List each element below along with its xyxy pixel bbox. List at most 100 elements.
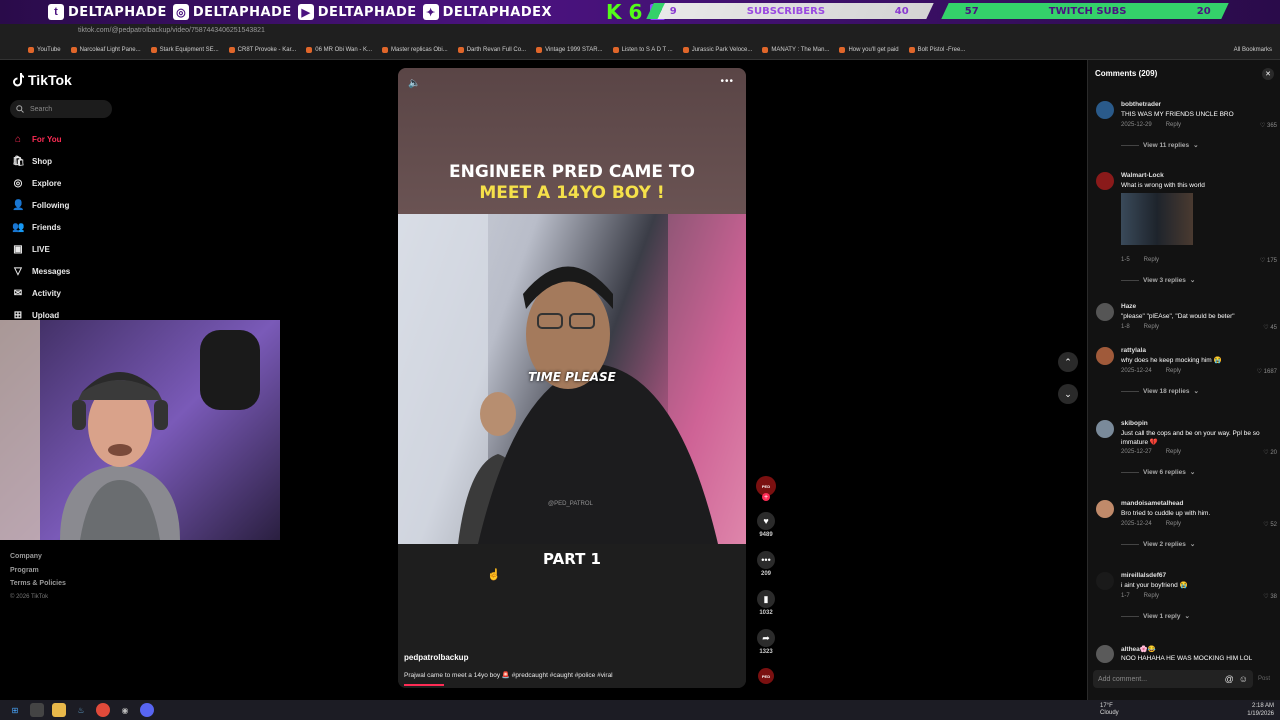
search-input[interactable]: Search bbox=[10, 100, 112, 118]
view-replies-button[interactable]: View 6 replies ⌄ bbox=[1121, 468, 1195, 476]
discord-icon[interactable] bbox=[140, 703, 154, 717]
sound-disc[interactable]: PED bbox=[752, 668, 780, 684]
file-explorer-icon[interactable] bbox=[52, 703, 66, 717]
footer-program-link[interactable]: Program bbox=[10, 564, 66, 578]
avatar[interactable] bbox=[1096, 303, 1114, 321]
avatar[interactable] bbox=[1096, 500, 1114, 518]
all-bookmarks-button[interactable]: All Bookmarks bbox=[1234, 47, 1272, 53]
emoji-icon[interactable]: ☺ bbox=[1239, 674, 1248, 684]
reply-button[interactable]: Reply bbox=[1166, 122, 1181, 128]
comment-username[interactable]: Walmart-Lock bbox=[1121, 172, 1164, 179]
comment-username[interactable]: mireillalsdef67 bbox=[1121, 572, 1166, 579]
sidebar-item-activity[interactable]: ✉ Activity bbox=[12, 282, 70, 304]
bookmark-item[interactable]: 06 MR Obi Wan - K... bbox=[306, 46, 372, 53]
bookmark-item[interactable]: Listen to S A D T ... bbox=[612, 46, 673, 53]
like-button[interactable]: ♥ 9489 bbox=[752, 512, 780, 551]
comment-like-button[interactable]: ♡ 52 bbox=[1263, 521, 1277, 528]
mention-icon[interactable]: @ bbox=[1225, 674, 1234, 684]
avatar[interactable] bbox=[1096, 572, 1114, 590]
comment-username[interactable]: rattylala bbox=[1121, 347, 1146, 354]
comment-username[interactable]: mandoisametalhead bbox=[1121, 500, 1184, 507]
share-button[interactable]: ➦ 1323 bbox=[752, 629, 780, 668]
view-replies-button[interactable]: View 3 replies ⌄ bbox=[1121, 276, 1195, 284]
comment-like-button[interactable]: ♡ 1687 bbox=[1257, 368, 1277, 375]
avatar[interactable] bbox=[1096, 101, 1114, 119]
bookmark-item[interactable]: Jurassic Park Veloce... bbox=[682, 46, 752, 53]
twitter-handle: ✦ DELTAPHADEX bbox=[422, 4, 552, 20]
video-action-bar: PED + ♥ 9489 ••• 209 ▮ 1032 ➦ 1323 PED bbox=[752, 476, 780, 684]
reply-button[interactable]: Reply bbox=[1144, 593, 1159, 599]
bookmark-item[interactable]: Darth Revan Full Co... bbox=[457, 46, 526, 53]
comment-username[interactable]: bobthetrader bbox=[1121, 101, 1161, 108]
comment-text: Just call the cops and be on your way. P… bbox=[1121, 430, 1260, 446]
reply-button[interactable]: Reply bbox=[1166, 368, 1181, 374]
sidebar-item-shop[interactable]: 🛍 Shop bbox=[12, 150, 70, 172]
bookmark-item[interactable]: How you'll get paid bbox=[839, 46, 899, 53]
save-button[interactable]: ▮ 1032 bbox=[752, 590, 780, 629]
comment-button[interactable]: ••• 209 bbox=[752, 551, 780, 590]
comment-like-button[interactable]: ♡ 365 bbox=[1260, 122, 1277, 129]
bookmark-item[interactable]: Vintage 1999 STAR... bbox=[536, 46, 603, 53]
mute-icon[interactable]: 🔈 bbox=[408, 78, 420, 89]
sidebar-item-explore[interactable]: ◎ Explore bbox=[12, 172, 70, 194]
bookmark-item[interactable]: MANATY : The Man... bbox=[762, 46, 829, 53]
creator-avatar-button[interactable]: PED + bbox=[752, 476, 780, 512]
comment-image[interactable] bbox=[1121, 193, 1193, 245]
previous-video-button[interactable]: ⌃ bbox=[1058, 352, 1078, 372]
url-text[interactable]: tiktok.com/@pedpatrolbackup/video/758744… bbox=[78, 27, 265, 34]
sidebar-item-for-you[interactable]: ⌂ For You bbox=[12, 128, 70, 150]
reply-button[interactable]: Reply bbox=[1166, 521, 1181, 527]
reply-button[interactable]: Reply bbox=[1166, 449, 1181, 455]
follow-plus-icon[interactable]: + bbox=[762, 493, 770, 501]
comment-like-button[interactable]: ♡ 175 bbox=[1260, 257, 1277, 264]
comment-like-button[interactable]: ♡ 45 bbox=[1263, 324, 1277, 331]
avatar[interactable] bbox=[1096, 645, 1114, 663]
avatar[interactable] bbox=[1096, 347, 1114, 365]
bookmark-item[interactable]: Narcoleaf Light Pane... bbox=[70, 46, 141, 53]
view-replies-button[interactable]: View 18 replies ⌄ bbox=[1121, 387, 1199, 395]
bookmark-item[interactable]: CR8T Provoke - Kar... bbox=[228, 46, 296, 53]
comment-like-button[interactable]: ♡ 20 bbox=[1263, 449, 1277, 456]
comment-username[interactable]: althea🌸😂 bbox=[1121, 645, 1156, 653]
view-replies-button[interactable]: View 1 reply ⌄ bbox=[1121, 612, 1190, 620]
bookmark-item[interactable]: YouTube bbox=[28, 46, 61, 53]
video-progress-bar[interactable] bbox=[404, 684, 445, 686]
comment-username[interactable]: skibopin bbox=[1121, 420, 1148, 427]
avatar[interactable] bbox=[1096, 172, 1114, 190]
bookmark-favicon-icon bbox=[228, 46, 235, 53]
bookmark-item[interactable]: Master replicas Obi... bbox=[382, 46, 448, 53]
tiktok-logo[interactable]: TikTok bbox=[12, 72, 72, 88]
sidebar-item-messages[interactable]: ▽ Messages bbox=[12, 260, 70, 282]
sidebar-item-live[interactable]: ▣ LIVE bbox=[12, 238, 70, 260]
reply-button[interactable]: Reply bbox=[1144, 257, 1159, 263]
view-replies-button[interactable]: View 11 replies ⌄ bbox=[1121, 141, 1199, 149]
steam-icon[interactable]: ♨ bbox=[74, 703, 88, 717]
chrome-icon[interactable] bbox=[96, 703, 110, 717]
streamer-figure bbox=[60, 372, 180, 540]
footer-company-link[interactable]: Company bbox=[10, 550, 66, 564]
add-comment-input[interactable]: Add comment... @ ☺ bbox=[1093, 670, 1253, 688]
avatar[interactable] bbox=[1096, 420, 1114, 438]
bookmark-item[interactable]: Bolt Pistol -Free... bbox=[908, 46, 965, 53]
comment-username[interactable]: Haze bbox=[1121, 303, 1136, 310]
task-view-icon[interactable] bbox=[30, 703, 44, 717]
view-replies-button[interactable]: View 2 replies ⌄ bbox=[1121, 540, 1195, 548]
address-bar[interactable]: tiktok.com/@pedpatrolbackup/video/758744… bbox=[0, 24, 1280, 40]
bookmark-item[interactable]: Stark Equipment SE... bbox=[150, 46, 219, 53]
close-icon[interactable]: ✕ bbox=[1262, 68, 1274, 80]
obs-icon[interactable]: ◉ bbox=[118, 703, 132, 717]
video-player[interactable]: 🔈 ••• ENGINEER PRED CAME TO MEET A 14YO … bbox=[398, 68, 746, 688]
footer-terms-link[interactable]: Terms & Policies bbox=[10, 577, 66, 591]
next-video-button[interactable]: ⌄ bbox=[1058, 384, 1078, 404]
more-options-icon[interactable]: ••• bbox=[720, 76, 734, 87]
sidebar-item-following[interactable]: 👤 Following bbox=[12, 194, 70, 216]
comment-like-button[interactable]: ♡ 38 bbox=[1263, 593, 1277, 600]
video-author[interactable]: pedpatrolbackup bbox=[404, 653, 468, 662]
post-button[interactable]: Post bbox=[1258, 676, 1270, 682]
sidebar-item-friends[interactable]: 👥 Friends bbox=[12, 216, 70, 238]
windows-start-icon[interactable]: ⊞ bbox=[8, 703, 22, 717]
reply-button[interactable]: Reply bbox=[1144, 324, 1159, 330]
system-clock[interactable]: 2:18 AM 1/19/2026 bbox=[1247, 702, 1274, 718]
heart-outline-icon: ♡ bbox=[1263, 450, 1269, 456]
weather-widget[interactable]: 17°F Cloudy bbox=[1100, 703, 1119, 717]
